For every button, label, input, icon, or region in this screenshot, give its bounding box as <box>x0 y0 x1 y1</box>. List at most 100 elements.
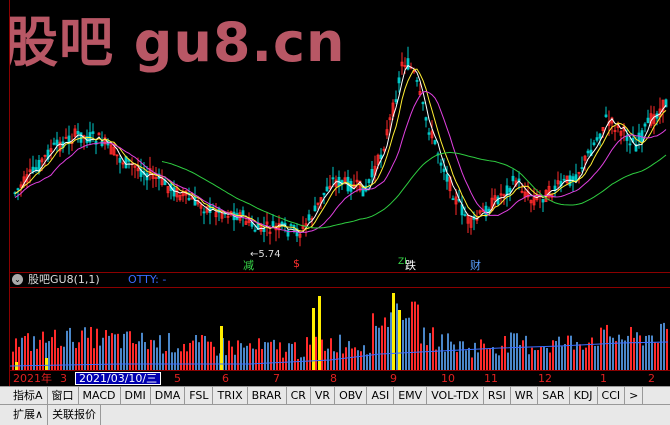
bottom-bar: 扩展∧ 关联报价 <box>0 404 670 425</box>
volume-bar <box>132 343 134 370</box>
volume-bar <box>519 345 521 370</box>
volume-bar <box>660 323 662 370</box>
volume-bar <box>657 342 659 370</box>
candle-body <box>505 185 509 196</box>
volume-bar <box>549 352 551 370</box>
candle-body <box>604 114 608 118</box>
tab-asi[interactable]: ASI <box>367 387 395 405</box>
volume-bar <box>81 330 83 370</box>
volume-bar <box>177 348 179 370</box>
volume-bar <box>651 335 653 370</box>
candle-body <box>643 123 647 127</box>
volume-bar <box>396 303 398 370</box>
volume-bar <box>21 337 23 370</box>
tab-window[interactable]: 窗口 <box>48 387 79 405</box>
volume-bar <box>612 337 614 370</box>
event-marker-reduce[interactable]: 减 <box>243 257 254 273</box>
volume-bar-highlight <box>392 293 395 370</box>
tab-emv[interactable]: EMV <box>394 387 428 405</box>
tab-more-arrow[interactable]: > <box>625 387 644 405</box>
volume-bar <box>237 340 239 370</box>
collapse-toggle-icon[interactable]: ⌄ <box>12 274 23 285</box>
volume-bar <box>99 345 101 370</box>
volume-bar <box>390 312 392 370</box>
candle-body <box>31 166 35 173</box>
volume-bar <box>546 348 548 370</box>
date-axis-month: 1 <box>600 372 607 385</box>
expand-button[interactable]: 扩展∧ <box>0 405 49 425</box>
volume-bar <box>243 347 245 370</box>
volume-bar <box>300 357 302 370</box>
volume-bar <box>534 350 536 370</box>
volume-bar <box>648 335 650 370</box>
volume-bar <box>117 333 119 370</box>
tab-vr[interactable]: VR <box>311 387 336 405</box>
date-axis-month: 12 <box>538 372 552 385</box>
volume-bar <box>441 334 443 370</box>
volume-bar <box>615 341 617 370</box>
tab-indicator-a[interactable]: 指标A <box>0 387 48 405</box>
volume-bar <box>594 345 596 370</box>
tab-sar[interactable]: SAR <box>538 387 570 405</box>
volume-bar <box>561 346 563 370</box>
tab-macd[interactable]: MACD <box>79 387 121 405</box>
candle-body <box>571 176 575 181</box>
tab-dmi[interactable]: DMI <box>121 387 151 405</box>
candle-body <box>586 150 590 154</box>
tab-fsl[interactable]: FSL <box>185 387 214 405</box>
event-marker-dividend[interactable]: $ <box>293 257 300 270</box>
tab-cr[interactable]: CR <box>287 387 311 405</box>
selected-date: 2021/03/10/三 <box>75 372 162 385</box>
volume-bar-highlight <box>398 310 401 370</box>
candlestick-chart[interactable]: 股吧 gu8.cn ←5.74 减 $ ZI 跌 财 <box>0 0 670 272</box>
tab-cci[interactable]: CCI <box>598 387 626 405</box>
candle-body <box>394 99 398 103</box>
volume-bar <box>330 338 332 370</box>
tab-obv[interactable]: OBV <box>335 387 368 405</box>
tab-rsi[interactable]: RSI <box>484 387 511 405</box>
volume-bar <box>639 335 641 370</box>
tab-kdj[interactable]: KDJ <box>570 387 598 405</box>
tab-wr[interactable]: WR <box>511 387 539 405</box>
volume-bar <box>78 342 80 370</box>
date-axis-month: 7 <box>273 372 280 385</box>
volume-bar <box>303 356 305 370</box>
volume-bar <box>201 334 203 370</box>
candle-body <box>508 188 512 193</box>
candle-body <box>76 131 80 135</box>
tab-brar[interactable]: BRAR <box>248 387 287 405</box>
volume-bar <box>57 347 59 370</box>
event-marker-drop[interactable]: 跌 <box>405 257 416 273</box>
volume-bar <box>12 351 14 370</box>
candle-body <box>271 221 275 227</box>
candle-body <box>331 177 335 180</box>
tab-dma[interactable]: DMA <box>151 387 186 405</box>
date-axis-month: 5 <box>174 372 181 385</box>
volume-bar <box>447 333 449 370</box>
volume-bar <box>495 353 497 370</box>
candle-body <box>562 178 566 181</box>
volume-chart[interactable] <box>0 288 670 370</box>
volume-bar <box>525 335 527 370</box>
candle-body <box>322 192 326 196</box>
volume-bar <box>234 354 236 370</box>
date-axis-year: 2021年 <box>13 372 52 385</box>
tab-vol-tdx[interactable]: VOL-TDX <box>427 387 484 405</box>
sub-panel-title[interactable]: 股吧GU8(1,1) <box>28 273 100 287</box>
candle-body <box>580 167 584 169</box>
candle-body <box>325 186 329 192</box>
volume-bar <box>468 347 470 370</box>
candle-body <box>463 214 467 216</box>
volume-bar <box>564 343 566 370</box>
tab-trix[interactable]: TRIX <box>213 387 248 405</box>
volume-bar <box>264 342 266 370</box>
candle-body <box>421 102 425 105</box>
volume-bar <box>186 351 188 370</box>
volume-bar <box>285 351 287 370</box>
related-quotes-button[interactable]: 关联报价 <box>48 405 102 425</box>
volume-bar <box>477 352 479 370</box>
volume-bar <box>30 350 32 370</box>
volume-bar <box>387 326 389 370</box>
volume-bar <box>252 348 254 370</box>
event-marker-finance[interactable]: 财 <box>470 257 481 273</box>
